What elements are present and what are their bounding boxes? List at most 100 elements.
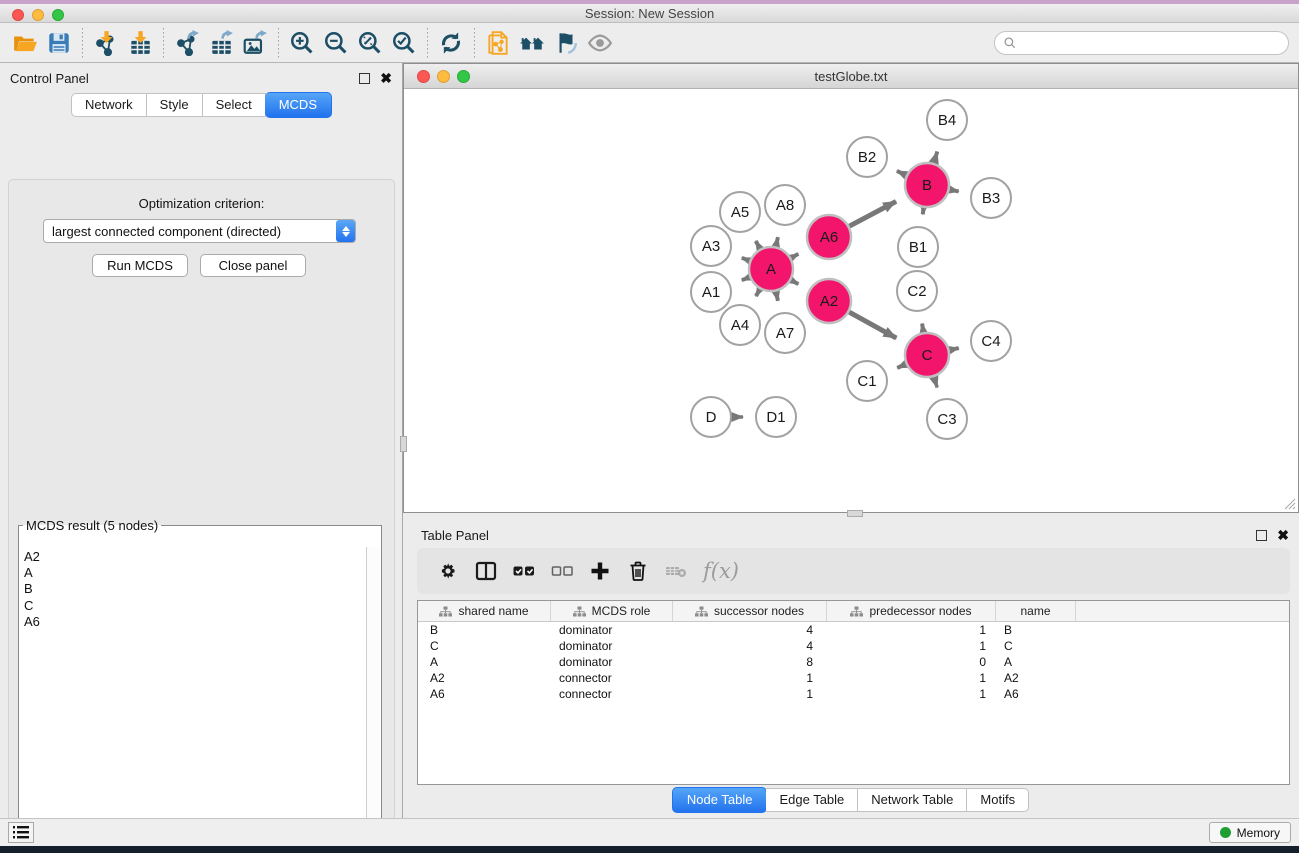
edge-B-B3[interactable]	[950, 190, 959, 192]
zoom-in-icon[interactable]	[285, 27, 319, 59]
table-close-icon[interactable]: ✖	[1277, 530, 1289, 541]
node-B4[interactable]: B4	[927, 100, 967, 140]
export-network-icon[interactable]	[170, 27, 204, 59]
table-cell[interactable]: 1	[827, 671, 996, 685]
delete-column-icon[interactable]	[621, 553, 655, 589]
table-row[interactable]: Bdominator41B	[418, 622, 1289, 638]
tab-node-table[interactable]: Node Table	[672, 787, 768, 813]
show-graphics-icon[interactable]	[583, 27, 617, 59]
network-canvas[interactable]: B4B2BB3A8A5A6B1A3AA1C2A2A4A7C4CC1C3DD1	[404, 89, 1298, 512]
task-history-button[interactable]	[8, 822, 34, 843]
search-field[interactable]	[994, 31, 1289, 55]
tab-motifs[interactable]: Motifs	[967, 788, 1029, 812]
edge-A6-B[interactable]	[849, 201, 896, 226]
node-B[interactable]: B	[905, 163, 949, 207]
network-window-titlebar[interactable]: testGlobe.txt	[404, 64, 1298, 89]
minimize-window-icon[interactable]	[32, 9, 44, 21]
table-cell[interactable]: 8	[673, 655, 827, 669]
table-row[interactable]: Cdominator41C	[418, 638, 1289, 654]
node-D1[interactable]: D1	[756, 397, 796, 437]
table-cell[interactable]: A2	[418, 671, 551, 685]
export-image-icon[interactable]	[238, 27, 272, 59]
table-cell[interactable]: dominator	[551, 623, 673, 637]
deselect-all-icon[interactable]	[545, 553, 579, 589]
table-cell[interactable]: 1	[673, 687, 827, 701]
export-table-icon[interactable]	[204, 27, 238, 59]
node-A6[interactable]: A6	[807, 215, 851, 259]
zoom-out-icon[interactable]	[319, 27, 353, 59]
node-table[interactable]: shared nameMCDS rolesuccessor nodesprede…	[417, 600, 1290, 785]
table-cell[interactable]: A	[996, 655, 1076, 669]
network-close-icon[interactable]	[417, 70, 430, 83]
table-float-icon[interactable]	[1256, 530, 1267, 541]
edge-A-A4[interactable]	[756, 289, 760, 296]
network-maximize-icon[interactable]	[457, 70, 470, 83]
mcds-result-item[interactable]: A6	[24, 614, 366, 630]
edge-A-A2[interactable]	[791, 280, 798, 284]
node-B3[interactable]: B3	[971, 178, 1011, 218]
edge-A-A1[interactable]	[742, 277, 750, 280]
edge-C-C1[interactable]	[897, 364, 906, 368]
table-cell[interactable]: 1	[673, 671, 827, 685]
table-cell[interactable]: 1	[827, 639, 996, 653]
horizontal-splitter-grip[interactable]	[847, 510, 863, 517]
table-header-row[interactable]: shared nameMCDS rolesuccessor nodesprede…	[418, 601, 1289, 622]
network-minimize-icon[interactable]	[437, 70, 450, 83]
node-B1[interactable]: B1	[898, 227, 938, 267]
tab-select[interactable]: Select	[203, 93, 266, 117]
table-cell[interactable]: A6	[996, 687, 1076, 701]
close-window-icon[interactable]	[12, 9, 24, 21]
table-cell[interactable]: B	[996, 623, 1076, 637]
edge-A-A8[interactable]	[776, 237, 778, 246]
gear-icon[interactable]	[431, 553, 465, 589]
node-A8[interactable]: A8	[765, 185, 805, 225]
import-network-icon[interactable]	[89, 27, 123, 59]
hide-graphics-icon[interactable]	[549, 27, 583, 59]
open-file-icon[interactable]	[8, 27, 42, 59]
table-row[interactable]: A2connector11A2	[418, 670, 1289, 686]
table-cell[interactable]: A2	[996, 671, 1076, 685]
table-cell[interactable]: 4	[673, 623, 827, 637]
close-panel-icon[interactable]: ✖	[380, 73, 392, 84]
node-A7[interactable]: A7	[765, 313, 805, 353]
node-B2[interactable]: B2	[847, 137, 887, 177]
float-panel-icon[interactable]	[359, 73, 370, 84]
table-cell[interactable]: connector	[551, 671, 673, 685]
edge-C-C2[interactable]	[922, 324, 923, 333]
node-D[interactable]: D	[691, 397, 731, 437]
tab-mcds[interactable]: MCDS	[265, 92, 332, 118]
mcds-result-list[interactable]: A2ABCA6	[20, 547, 366, 853]
refresh-icon[interactable]	[434, 27, 468, 59]
node-A2[interactable]: A2	[807, 279, 851, 323]
table-cell[interactable]: connector	[551, 687, 673, 701]
zoom-fit-icon[interactable]	[353, 27, 387, 59]
clone-network-icon[interactable]	[481, 27, 515, 59]
table-cell[interactable]: dominator	[551, 639, 673, 653]
tab-edge-table[interactable]: Edge Table	[766, 788, 858, 812]
column-header-predecessor-nodes[interactable]: predecessor nodes	[827, 601, 996, 621]
column-header-shared-name[interactable]: shared name	[418, 601, 551, 621]
node-A1[interactable]: A1	[691, 272, 731, 312]
edge-A-A3[interactable]	[742, 258, 750, 261]
mcds-result-item[interactable]: A2	[24, 549, 366, 565]
table-row[interactable]: A6connector11A6	[418, 686, 1289, 702]
column-header-name[interactable]: name	[996, 601, 1076, 621]
node-A4[interactable]: A4	[720, 305, 760, 345]
table-cell[interactable]: 4	[673, 639, 827, 653]
edge-C-C3[interactable]	[934, 377, 937, 388]
function-builder-icon[interactable]: f(x)	[697, 559, 739, 583]
mcds-result-scrollbar[interactable]	[366, 547, 380, 853]
network-graph[interactable]: B4B2BB3A8A5A6B1A3AA1C2A2A4A7C4CC1C3DD1	[404, 89, 1298, 512]
node-A5[interactable]: A5	[720, 192, 760, 232]
search-input[interactable]	[1017, 33, 1288, 53]
tab-network-table[interactable]: Network Table	[858, 788, 967, 812]
mcds-result-item[interactable]: A	[24, 565, 366, 581]
resize-grip-icon[interactable]	[1284, 498, 1296, 510]
maximize-window-icon[interactable]	[52, 9, 64, 21]
column-header-MCDS-role[interactable]: MCDS role	[551, 601, 673, 621]
table-cell[interactable]: C	[418, 639, 551, 653]
home-icon[interactable]	[515, 27, 549, 59]
table-cell[interactable]: 1	[827, 623, 996, 637]
mcds-result-item[interactable]: B	[24, 581, 366, 597]
node-C3[interactable]: C3	[927, 399, 967, 439]
